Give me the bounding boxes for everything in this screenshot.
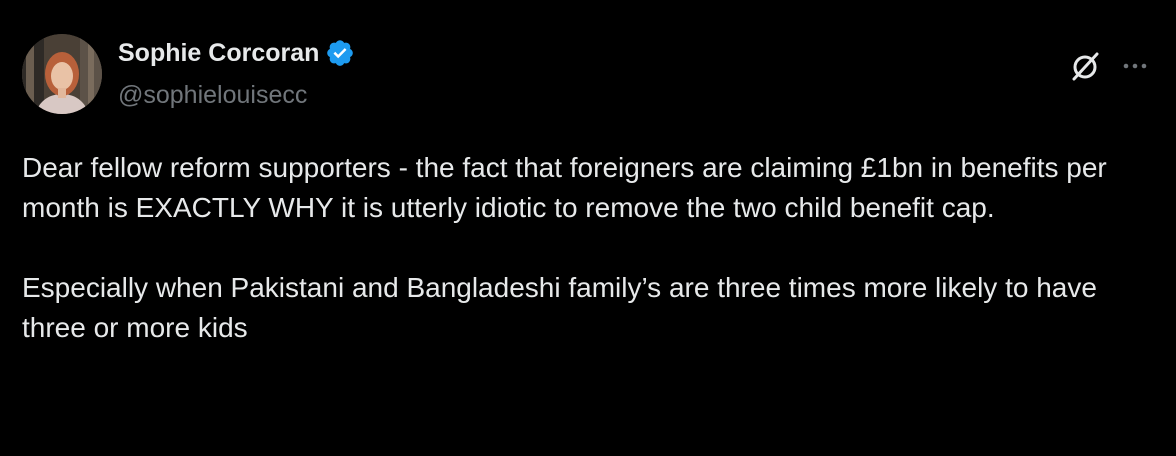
tweet-text: Dear fellow reform supporters - the fact… — [22, 148, 1158, 348]
grok-icon[interactable] — [1068, 48, 1104, 84]
more-options-icon[interactable] — [1122, 48, 1148, 84]
avatar[interactable] — [22, 34, 102, 114]
avatar-image — [22, 34, 102, 114]
tweet-paragraph: Especially when Pakistani and Bangladesh… — [22, 272, 1097, 343]
author-display-name[interactable]: Sophie Corcoran — [118, 38, 319, 68]
tweet-actions — [1068, 48, 1148, 84]
verified-badge-icon[interactable] — [325, 38, 355, 68]
tweet-card: Sophie Corcoran @sophielouisecc Dear fel… — [0, 0, 1176, 456]
author-name-row: Sophie Corcoran — [118, 38, 355, 68]
author-handle[interactable]: @sophielouisecc — [118, 80, 307, 110]
tweet-paragraph: Dear fellow reform supporters - the fact… — [22, 152, 1107, 223]
